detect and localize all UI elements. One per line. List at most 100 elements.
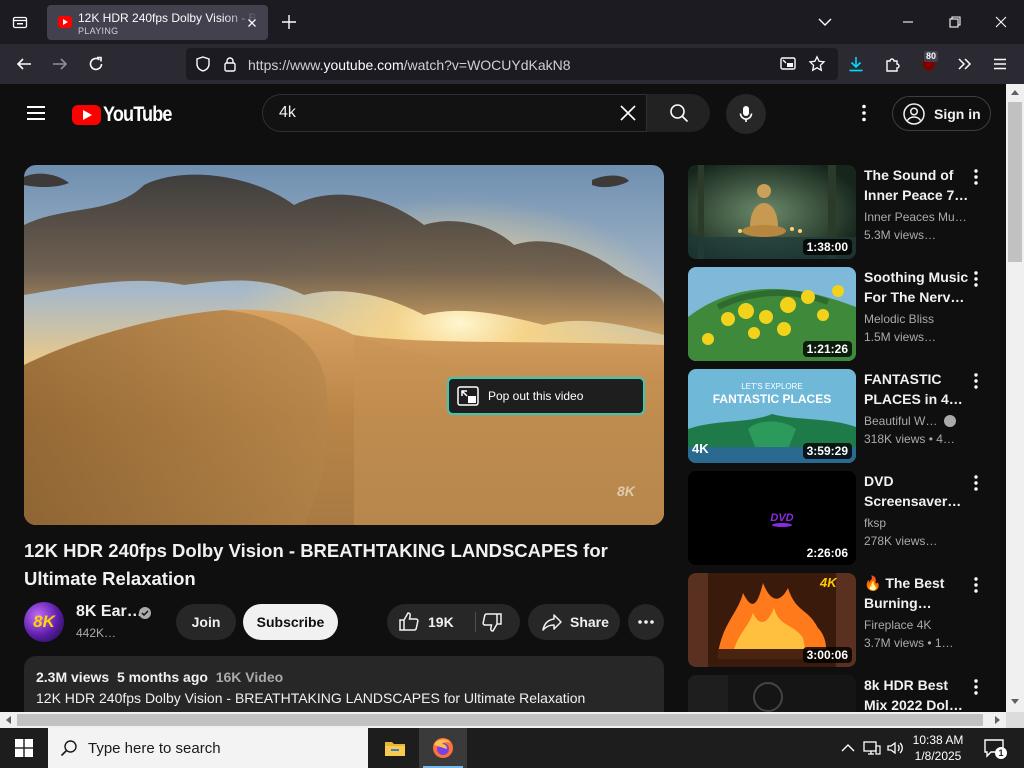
suggestion-channel[interactable]: fksp bbox=[864, 516, 970, 530]
youtube-logo[interactable]: YouTube bbox=[72, 103, 183, 127]
network-icon[interactable] bbox=[862, 738, 882, 758]
close-window-icon[interactable] bbox=[991, 12, 1011, 32]
overflow-chevrons-icon[interactable] bbox=[952, 52, 976, 76]
suggestion-more-icon[interactable] bbox=[966, 167, 986, 187]
guide-menu-icon[interactable] bbox=[24, 101, 48, 125]
vertical-scrollbar[interactable] bbox=[1006, 84, 1024, 712]
popout-icon bbox=[457, 386, 479, 406]
video-player[interactable]: Pop out this video 8K bbox=[24, 165, 664, 525]
suggestion-title[interactable]: 8k HDR Best Mix 2022 Dol… bbox=[864, 675, 970, 715]
voice-search-button[interactable] bbox=[726, 94, 766, 134]
like-thumb-up-icon[interactable] bbox=[397, 610, 421, 634]
firefox-view-icon[interactable] bbox=[6, 10, 34, 34]
suggestion-more-icon[interactable] bbox=[966, 473, 986, 493]
suggestion-channel[interactable]: Beautiful W… bbox=[864, 414, 970, 428]
channel-avatar[interactable]: 8K bbox=[24, 602, 64, 642]
suggestion-more-icon[interactable] bbox=[966, 371, 986, 391]
duration-badge: 2:26:06 bbox=[802, 545, 852, 561]
suggestion-thumbnail[interactable]: LET'S EXPLORE FANTASTIC PLACES 4K 3:59:2… bbox=[688, 369, 856, 463]
downloads-icon[interactable] bbox=[844, 52, 868, 76]
view-count: 2.3M views bbox=[36, 669, 110, 685]
search-button[interactable] bbox=[647, 94, 710, 132]
settings-more-vert-icon[interactable] bbox=[852, 101, 876, 125]
minimize-icon[interactable] bbox=[898, 12, 918, 32]
clear-search-icon[interactable] bbox=[616, 101, 640, 125]
share-button[interactable]: Share bbox=[528, 604, 620, 640]
suggestion-title[interactable]: Soothing Music For The Nerve… bbox=[864, 267, 970, 307]
scroll-right-arrow-icon[interactable] bbox=[994, 715, 1002, 725]
app-menu-hamburger-icon[interactable] bbox=[988, 52, 1012, 76]
scroll-up-arrow-icon[interactable] bbox=[1010, 88, 1020, 96]
picture-in-picture-icon[interactable] bbox=[779, 55, 797, 73]
tab-youtube[interactable]: 12K HDR 240fps Dolby Vision - BREATHTAKI… bbox=[47, 5, 268, 40]
suggestion-more-icon[interactable] bbox=[966, 269, 986, 289]
channel-name[interactable]: 8K Ear… bbox=[76, 603, 143, 621]
suggestion-title[interactable]: DVD Screensaver… bbox=[864, 471, 970, 511]
browser-tab-strip: 12K HDR 240fps Dolby Vision - BREATHTAKI… bbox=[0, 0, 1024, 44]
taskbar-clock[interactable]: 10:38 AM 1/8/2025 bbox=[905, 732, 971, 764]
share-label: Share bbox=[570, 614, 609, 630]
volume-speaker-icon[interactable] bbox=[885, 738, 905, 758]
start-windows-icon[interactable] bbox=[0, 728, 48, 768]
suggestion-title[interactable]: FANTASTIC PLACES in 4K… bbox=[864, 369, 970, 409]
suggestion-thumbnail[interactable]: DVD 2:26:06 bbox=[688, 471, 856, 565]
tab-playing-status: PLAYING bbox=[78, 26, 119, 36]
suggestion-title[interactable]: 🔥 The Best Burning… bbox=[864, 573, 970, 613]
action-center-notification-icon[interactable]: 1 bbox=[982, 736, 1007, 760]
suggestion-more-icon[interactable] bbox=[966, 575, 986, 595]
search-input[interactable]: 4k bbox=[262, 94, 647, 132]
suggestion-item[interactable]: 4K 3:00:06 🔥 The Best Burning… Fireplace… bbox=[688, 573, 1000, 667]
restore-icon[interactable] bbox=[945, 12, 965, 32]
tab-close-icon[interactable] bbox=[244, 15, 260, 31]
suggestion-channel[interactable]: Melodic Bliss bbox=[864, 312, 970, 326]
8k-watermark: 8K bbox=[617, 483, 635, 499]
join-button[interactable]: Join bbox=[176, 604, 236, 640]
duration-badge: 3:00:06 bbox=[802, 647, 852, 663]
browser-nav-bar: https://www.youtube.com/watch?v=WOCUYdKa… bbox=[0, 44, 1024, 84]
scroll-down-arrow-icon[interactable] bbox=[1010, 698, 1020, 706]
subscribe-button[interactable]: Subscribe bbox=[243, 604, 338, 640]
bookmark-star-icon[interactable] bbox=[808, 55, 826, 73]
suggestion-item[interactable]: LET'S EXPLORE FANTASTIC PLACES 4K 3:59:2… bbox=[688, 369, 1000, 463]
scrollbar-corner bbox=[1006, 712, 1024, 728]
verified-check-icon bbox=[138, 606, 152, 620]
firefox-taskbar-icon[interactable] bbox=[419, 728, 467, 768]
tracking-protection-shield-icon[interactable] bbox=[194, 55, 212, 73]
like-divider bbox=[475, 612, 476, 632]
pop-out-video-button[interactable]: Pop out this video bbox=[447, 377, 645, 415]
extensions-puzzle-icon[interactable] bbox=[881, 52, 905, 76]
suggestion-thumbnail[interactable]: 1:38:00 bbox=[688, 165, 856, 259]
suggestion-item[interactable]: 1:21:26 Soothing Music For The Nerve… Me… bbox=[688, 267, 1000, 361]
horizontal-scroll-thumb[interactable] bbox=[17, 714, 983, 726]
suggestion-thumbnail[interactable]: 4K 3:00:06 bbox=[688, 573, 856, 667]
dislike-thumb-down-icon[interactable] bbox=[480, 610, 504, 634]
lock-icon[interactable] bbox=[221, 55, 239, 73]
suggestion-title[interactable]: The Sound of Inner Peace 7 … bbox=[864, 165, 970, 205]
reload-icon[interactable] bbox=[84, 52, 108, 76]
list-all-tabs-chevron-down-icon[interactable] bbox=[815, 12, 835, 32]
suggestion-more-icon[interactable] bbox=[966, 677, 986, 697]
suggestion-thumbnail[interactable]: 1:21:26 bbox=[688, 267, 856, 361]
scroll-left-arrow-icon[interactable] bbox=[4, 715, 12, 725]
hashtags[interactable]: 16K Video bbox=[216, 669, 283, 685]
forward-arrow-icon[interactable] bbox=[48, 52, 72, 76]
horizontal-scrollbar[interactable] bbox=[0, 712, 1006, 728]
suggestion-item[interactable]: 1:38:00 The Sound of Inner Peace 7 … Inn… bbox=[688, 165, 1000, 259]
like-count[interactable]: 19K bbox=[428, 614, 454, 630]
upload-age: 5 months ago bbox=[116, 669, 208, 685]
new-tab-icon[interactable] bbox=[279, 12, 299, 32]
suggestion-item[interactable]: DVD 2:26:06 DVD Screensaver… fksp 278K v… bbox=[688, 471, 1000, 565]
sign-in-button[interactable]: Sign in bbox=[892, 96, 991, 131]
back-arrow-icon[interactable] bbox=[12, 52, 36, 76]
sign-in-label: Sign in bbox=[934, 105, 981, 122]
suggestion-channel[interactable]: Inner Peaces Mu… bbox=[864, 210, 970, 224]
url-bar[interactable]: https://www.youtube.com/watch?v=WOCUYdKa… bbox=[186, 48, 838, 80]
vertical-scroll-thumb[interactable] bbox=[1008, 102, 1022, 262]
file-explorer-icon[interactable] bbox=[371, 728, 419, 768]
more-actions-icon[interactable] bbox=[628, 604, 664, 640]
taskbar-search-input[interactable]: Type here to search bbox=[48, 728, 368, 768]
show-hidden-icons-chevron-up-icon[interactable] bbox=[838, 738, 858, 758]
desert-dunes-video-frame bbox=[24, 165, 664, 525]
suggestion-channel[interactable]: Fireplace 4K bbox=[864, 618, 970, 632]
tab-title: 12K HDR 240fps Dolby Vision - BREATHTAKI… bbox=[78, 11, 258, 25]
